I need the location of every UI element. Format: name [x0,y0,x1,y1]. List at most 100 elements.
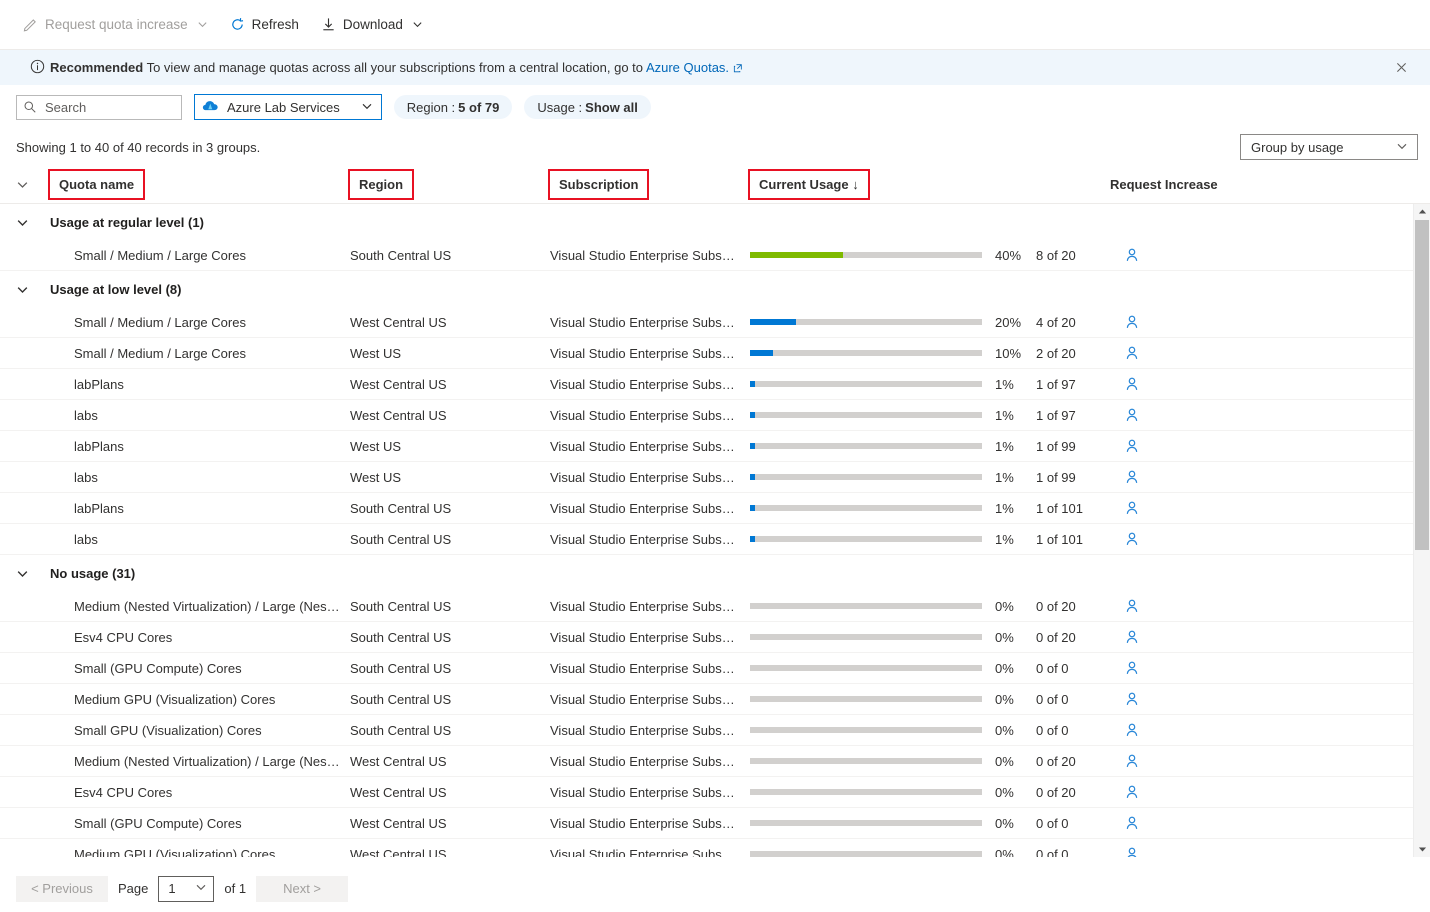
table-row[interactable]: Esv4 CPU Cores South Central US Visual Stu… [0,622,1430,653]
banner-message: Recommended To view and manage quotas ac… [50,60,743,76]
table-row[interactable]: Medium (Nested Virtualization) / Large (… [0,746,1430,777]
table-row[interactable]: Small (GPU Compute) Cores South Central U… [0,653,1430,684]
cell-quota-name: Small (GPU Compute) Cores [74,660,242,676]
group-by-dropdown[interactable]: Group by usage [1240,134,1418,160]
group-header[interactable]: Usage at regular level (1) [0,204,1430,240]
request-increase-person-icon[interactable] [1124,314,1140,330]
vertical-scrollbar[interactable] [1413,204,1430,857]
refresh-button[interactable]: Refresh [221,12,308,37]
scroll-down-arrow-icon[interactable] [1414,842,1430,857]
request-increase-person-icon[interactable] [1124,846,1140,857]
table-row[interactable]: Medium GPU (Visualization) Cores West Cen… [0,839,1430,857]
download-button[interactable]: Download [312,12,432,37]
usage-percent: 0% [995,722,1014,738]
expand-all-toggle[interactable] [16,178,50,191]
page-number-dropdown[interactable]: 1 [158,875,215,902]
chevron-down-icon[interactable] [16,283,50,296]
request-increase-person-icon[interactable] [1124,629,1140,645]
cell-quota-name: Small (GPU Compute) Cores [74,815,242,831]
column-header-quota-name[interactable]: Quota name [47,169,350,200]
request-increase-person-icon[interactable] [1124,469,1140,485]
cell-region: West Central US [350,407,447,423]
table-row[interactable]: Medium GPU (Visualization) Cores South Ce… [0,684,1430,715]
search-box[interactable] [16,94,182,120]
request-increase-person-icon[interactable] [1124,500,1140,516]
table-row[interactable]: labs West US Visual Studio Enterprise Subs… [0,462,1430,493]
usage-percent: 0% [995,784,1014,800]
cell-subscription: Visual Studio Enterprise Subscri... [550,722,747,738]
usage-ratio: 1 of 97 [1036,407,1076,423]
table-row[interactable]: Small (GPU Compute) Cores West Central US… [0,808,1430,839]
group-header[interactable]: Usage at low level (8) [0,271,1430,307]
table-row[interactable]: Small / Medium / Large Cores South Centra… [0,240,1430,271]
request-increase-person-icon[interactable] [1124,407,1140,423]
search-input[interactable] [43,95,181,119]
previous-page-button[interactable]: < Previous [16,875,108,902]
azure-quotas-link[interactable]: Azure Quotas. [646,60,729,75]
table-row[interactable]: Small GPU (Visualization) Cores South Cen… [0,715,1430,746]
request-increase-person-icon[interactable] [1124,815,1140,831]
cell-current-usage: 20% 4 of 20 [750,315,1110,330]
banner-close-button[interactable] [1388,55,1414,81]
request-quota-increase-label: Request quota increase [45,17,188,32]
usage-ratio: 2 of 20 [1036,345,1076,361]
usage-ratio: 1 of 101 [1036,500,1083,516]
request-increase-person-icon[interactable] [1124,345,1140,361]
table-row[interactable]: labPlans South Central US Visual Studio En… [0,493,1430,524]
column-header-request-increase: Request Increase [1110,177,1310,192]
request-increase-person-icon[interactable] [1124,598,1140,614]
cell-current-usage: 0% 0 of 20 [750,754,1110,769]
refresh-label: Refresh [251,17,299,32]
chevron-down-icon[interactable] [16,567,50,580]
search-icon [23,100,37,117]
usage-progress-bar [750,505,982,511]
cell-quota-name: labPlans [74,438,124,454]
request-increase-person-icon[interactable] [1124,660,1140,676]
table-row[interactable]: labs West Central US Visual Studio Enterpr… [0,400,1430,431]
column-header-region[interactable]: Region [347,169,550,200]
chevron-down-icon[interactable] [16,216,50,229]
cell-subscription: Visual Studio Enterprise Subscri... [550,660,747,676]
request-increase-person-icon[interactable] [1124,722,1140,738]
table-row[interactable]: labPlans West Central US Visual Studio Ent… [0,369,1430,400]
table-row[interactable]: Medium (Nested Virtualization) / Large (… [0,591,1430,622]
table-row[interactable]: labs South Central US Visual Studio Enterp… [0,524,1430,555]
region-filter-pill[interactable]: Region : 5 of 79 [393,95,513,119]
scrollbar-thumb[interactable] [1415,220,1429,550]
provider-dropdown[interactable]: Azure Lab Services [194,94,382,120]
request-increase-person-icon[interactable] [1124,376,1140,392]
usage-percent: 20% [995,314,1022,330]
request-increase-person-icon[interactable] [1124,784,1140,800]
group-header[interactable]: No usage (31) [0,555,1430,591]
pagination-bar: < Previous Page 1 of 1 Next > [0,865,1430,912]
cell-request-increase [1110,500,1310,516]
table-row[interactable]: Small / Medium / Large Cores West Central… [0,307,1430,338]
request-increase-person-icon[interactable] [1124,438,1140,454]
total-pages-label: of 1 [224,881,247,896]
cell-region: South Central US [350,598,452,614]
column-header-current-usage[interactable]: Current Usage ↓ [748,169,1110,200]
cell-quota-name: labPlans [74,376,124,392]
chevron-down-icon [1396,140,1408,155]
page-number-value: 1 [168,881,176,896]
request-increase-person-icon[interactable] [1124,531,1140,547]
usage-percent: 1% [995,438,1014,454]
cell-region: West US [350,469,402,485]
column-header-subscription[interactable]: Subscription [547,169,750,200]
table-row[interactable]: Esv4 CPU Cores West Central US Visual Stud… [0,777,1430,808]
usage-ratio: 1 of 101 [1036,531,1083,547]
table-row[interactable]: Small / Medium / Large Cores West US Visua… [0,338,1430,369]
cell-region: West US [350,438,402,454]
request-increase-person-icon[interactable] [1124,753,1140,769]
scroll-up-arrow-icon[interactable] [1414,204,1430,219]
cell-subscription: Visual Studio Enterprise Subscri... [550,598,747,614]
request-increase-person-icon[interactable] [1124,247,1140,263]
group-header-label: Usage at low level (8) [50,281,182,297]
next-page-button[interactable]: Next > [256,875,349,902]
request-increase-person-icon[interactable] [1124,691,1140,707]
usage-filter-pill[interactable]: Usage : Show all [524,95,651,119]
table-row[interactable]: labPlans West US Visual Studio Enterprise … [0,431,1430,462]
request-quota-increase-button[interactable]: Request quota increase [14,12,217,37]
page-label: Page [118,881,149,896]
cell-quota-name: Medium (Nested Virtualization) / Large (… [74,598,350,614]
